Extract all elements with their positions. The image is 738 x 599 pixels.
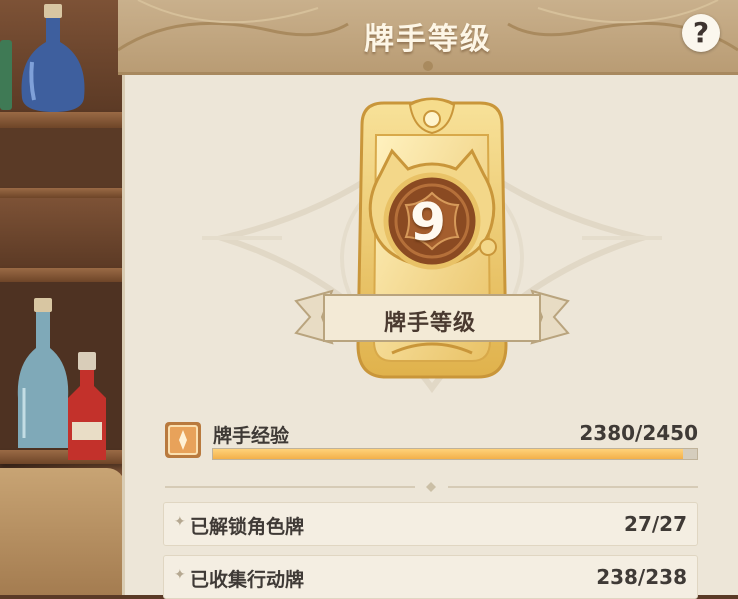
shelf-middle bbox=[0, 268, 125, 282]
shelf-top bbox=[0, 112, 125, 128]
shelf-gap bbox=[0, 128, 125, 188]
stat-row-character-cards: ✦ 已解锁角色牌 27/27 bbox=[163, 502, 698, 546]
sparkle-icon: ✦ bbox=[174, 514, 186, 530]
stat-value: 238/238 bbox=[596, 565, 687, 589]
experience-progress-bar bbox=[212, 448, 698, 460]
help-button[interactable]: ? bbox=[682, 14, 720, 52]
shelf-ledge bbox=[0, 188, 125, 198]
sparkle-icon: ✦ bbox=[174, 567, 186, 583]
chair-back bbox=[0, 468, 125, 595]
stat-value: 27/27 bbox=[624, 512, 687, 536]
divider bbox=[165, 482, 698, 492]
page-title: 牌手等级 bbox=[364, 22, 492, 57]
green-bottle-icon bbox=[0, 40, 12, 110]
stat-label: 已收集行动牌 bbox=[190, 569, 305, 591]
level-number: 9 bbox=[409, 193, 447, 253]
stat-row-action-cards: ✦ 已收集行动牌 238/238 bbox=[163, 555, 698, 599]
card-icon bbox=[165, 422, 201, 458]
experience-label: 牌手经验 bbox=[213, 425, 290, 447]
shelf-wall-2 bbox=[0, 198, 125, 268]
experience-progress-fill bbox=[213, 449, 684, 459]
glass-bottle-icon bbox=[17, 298, 69, 448]
red-bottle-icon bbox=[68, 352, 106, 460]
stat-label: 已解锁角色牌 bbox=[190, 516, 305, 538]
background-scenery bbox=[0, 0, 125, 595]
blue-bottle-icon bbox=[21, 4, 85, 112]
header-bar: 牌手等级 bbox=[118, 0, 738, 75]
badge-ribbon-label: 牌手等级 bbox=[383, 311, 476, 336]
experience-value: 2380/2450 bbox=[579, 421, 698, 445]
